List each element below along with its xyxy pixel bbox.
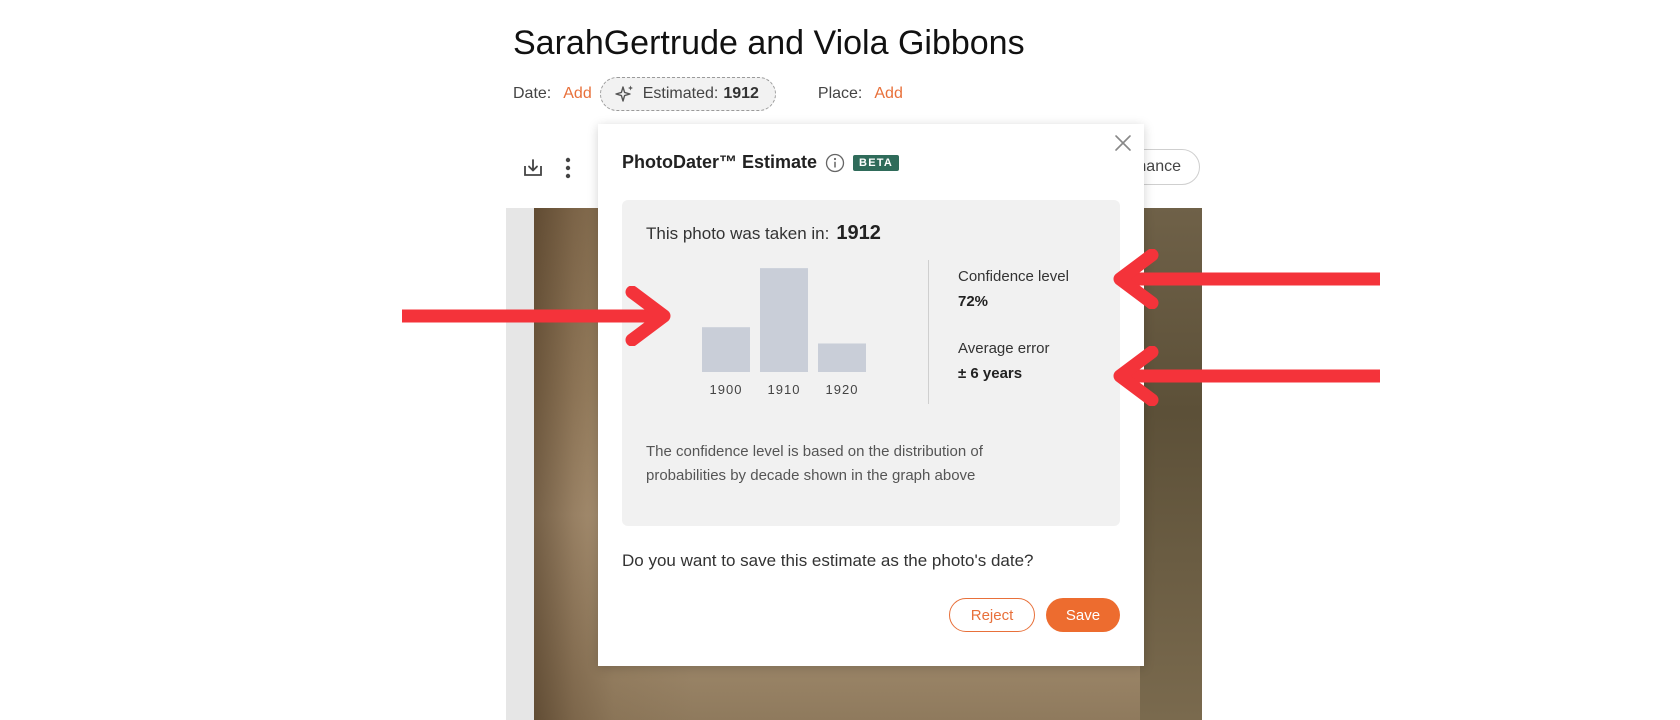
more-vertical-icon[interactable] xyxy=(554,154,582,182)
date-label: Date: xyxy=(513,85,552,102)
taken-year: 1912 xyxy=(836,222,881,244)
confidence-note: The confidence level is based on the dis… xyxy=(646,443,983,484)
estimated-year: 1912 xyxy=(723,85,759,102)
close-icon[interactable] xyxy=(1110,130,1136,156)
photodater-popup: PhotoDater™ Estimate BETA This photo was… xyxy=(598,124,1144,666)
sparkle-icon xyxy=(615,85,633,102)
confidence-value: 72% xyxy=(958,293,989,310)
chart-tick-label: 1900 xyxy=(710,382,743,397)
estimated-prefix: Estimated: xyxy=(642,85,719,102)
estimated-date-chip[interactable]: Estimated: 1912 xyxy=(599,77,776,111)
place-label: Place: xyxy=(817,85,863,102)
meta-row: Date: Add Estimated: 1912 Place: Add xyxy=(513,76,903,112)
popup-title: PhotoDater™ Estimate xyxy=(622,152,818,172)
red-arrow-icon xyxy=(1113,346,1380,406)
error-stat: Average error ± 6 years xyxy=(958,340,1049,382)
chart-tick-label: 1910 xyxy=(768,382,801,397)
taken-label: This photo was taken in: xyxy=(646,224,830,243)
chart-bar-1900 xyxy=(702,327,750,372)
taken-line: This photo was taken in: 1912 xyxy=(646,222,881,245)
panel-divider xyxy=(928,260,929,404)
beta-badge: BETA xyxy=(853,154,899,171)
page-title: SarahGertrude and Viola Gibbons xyxy=(513,24,1025,62)
save-button[interactable]: Save xyxy=(1046,598,1120,632)
red-arrow-icon xyxy=(402,286,671,346)
reject-button[interactable]: Reject xyxy=(949,598,1035,632)
download-icon[interactable] xyxy=(519,154,547,182)
info-icon[interactable] xyxy=(825,153,845,173)
place-add-link[interactable]: Add xyxy=(874,85,902,103)
photo-shadow xyxy=(506,208,534,720)
error-value: ± 6 years xyxy=(958,365,1023,382)
red-arrow-icon xyxy=(1113,249,1380,309)
save-question: Do you want to save this estimate as the… xyxy=(622,551,1034,570)
chart-tick-label: 1920 xyxy=(826,382,859,397)
decade-probability-chart: 1900 1910 1920 xyxy=(702,268,866,397)
popup-header: PhotoDater™ Estimate BETA xyxy=(622,152,899,173)
estimate-panel: This photo was taken in: 1912 1900 1910 19… xyxy=(622,200,1120,526)
confidence-stat: Confidence level 72% xyxy=(958,268,1069,310)
chart-bar-1910 xyxy=(760,268,808,372)
date-add-link[interactable]: Add xyxy=(563,85,591,103)
confidence-label: Confidence level xyxy=(958,268,1069,285)
chart-bar-1920 xyxy=(818,343,866,372)
place-group: Place: Add xyxy=(818,85,903,103)
error-label: Average error xyxy=(958,340,1050,357)
